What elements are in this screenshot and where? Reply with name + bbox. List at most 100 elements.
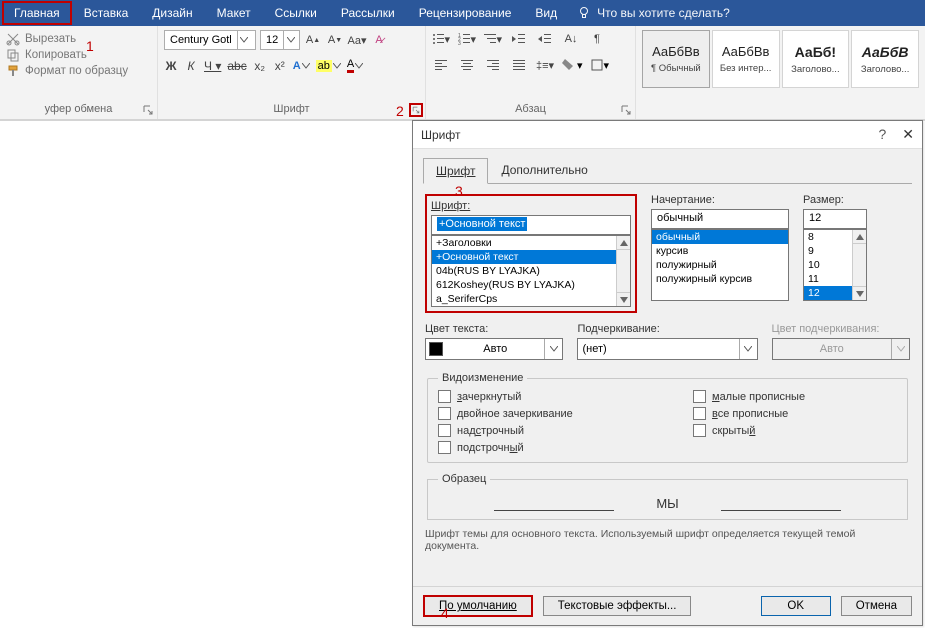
clipboard-launcher[interactable]	[141, 103, 155, 117]
tab-view[interactable]: Вид	[523, 1, 569, 25]
close-icon[interactable]: ✕	[902, 126, 914, 143]
font-launcher[interactable]	[409, 103, 423, 117]
underline-style-combo[interactable]: (нет)	[577, 338, 757, 360]
tab-design[interactable]: Дизайн	[140, 1, 204, 25]
scroll-up-icon[interactable]	[617, 236, 630, 250]
chevron-down-icon	[891, 339, 909, 359]
scrollbar[interactable]	[852, 230, 866, 300]
callout-1: 1	[86, 38, 94, 54]
italic-button[interactable]: К	[184, 59, 198, 73]
scroll-up-icon[interactable]	[853, 230, 866, 244]
tab-insert[interactable]: Вставка	[72, 1, 141, 25]
style-heading2[interactable]: АаБбВ Заголово...	[851, 30, 919, 88]
borders-button[interactable]: ▾	[591, 59, 610, 72]
tab-review[interactable]: Рецензирование	[407, 1, 524, 25]
cut-button[interactable]: Вырезать	[6, 32, 151, 46]
grow-font-button[interactable]: A▲	[304, 31, 322, 49]
list-item[interactable]: обычный	[652, 230, 788, 244]
style-sample: АаБб!	[795, 44, 836, 60]
font-list[interactable]: +Заголовки +Основной текст 04b(RUS BY LY…	[431, 235, 631, 307]
font-input[interactable]: +Основной текст	[431, 215, 631, 235]
list-item[interactable]: полужирный	[652, 258, 788, 272]
tab-advanced[interactable]: Дополнительно	[488, 157, 600, 183]
clear-formatting-button[interactable]: A̷	[370, 31, 388, 49]
list-item[interactable]: a_SeriferCps	[432, 292, 630, 306]
list-item[interactable]: +Заголовки	[432, 236, 630, 250]
list-item[interactable]: курсив	[652, 244, 788, 258]
tab-font[interactable]: Шрифт	[423, 158, 488, 184]
scrollbar[interactable]	[616, 236, 630, 306]
align-center-button[interactable]	[458, 56, 476, 74]
paragraph-launcher[interactable]	[619, 103, 633, 117]
line-spacing-button[interactable]: ‡≡▾	[536, 56, 554, 74]
list-item[interactable]: 10	[804, 258, 852, 272]
increase-indent-button[interactable]	[536, 30, 554, 48]
list-item[interactable]: +Основной текст	[432, 250, 630, 264]
text-effects-button[interactable]: Текстовые эффекты...	[543, 596, 692, 616]
highlight-button[interactable]: ab	[316, 60, 341, 72]
font-picker: Шрифт: +Основной текст +Заголовки +Основ…	[431, 200, 631, 307]
align-justify-button[interactable]	[510, 56, 528, 74]
sort-button[interactable]: A↓	[562, 30, 580, 48]
style-no-spacing[interactable]: АаБбВв Без интер...	[712, 30, 780, 88]
change-case-button[interactable]: Aa▾	[348, 31, 366, 49]
scroll-down-icon[interactable]	[853, 286, 866, 300]
show-marks-button[interactable]: ¶	[588, 30, 606, 48]
align-left-button[interactable]	[432, 56, 450, 74]
style-sample: АаБбВ	[862, 44, 909, 60]
tab-home[interactable]: Главная	[2, 1, 72, 25]
strike-button[interactable]: abc	[227, 59, 246, 73]
group-font: Century Gotl 12 A▲ A▼ Aa▾ A̷ Ж К Ч ▾ abc…	[158, 26, 426, 119]
underline-button[interactable]: Ч ▾	[204, 59, 221, 73]
size-list[interactable]: 8 9 10 11 12	[803, 229, 867, 301]
allcaps-checkbox[interactable]: все прописные	[693, 407, 897, 420]
cancel-button[interactable]: Отмена	[841, 596, 912, 616]
numbering-button[interactable]: 123▾	[458, 30, 476, 48]
lightbulb-icon	[577, 6, 591, 20]
tab-mailings[interactable]: Рассылки	[329, 1, 407, 25]
super-checkbox[interactable]: надстрочный	[438, 424, 693, 437]
tellme[interactable]: Что вы хотите сделать?	[577, 6, 730, 20]
scroll-down-icon[interactable]	[617, 292, 630, 306]
list-item[interactable]: 12	[804, 286, 852, 300]
style-input[interactable]: обычный	[651, 209, 789, 229]
size-input[interactable]: 12	[803, 209, 867, 229]
copy-button[interactable]: Копировать	[6, 48, 151, 62]
align-right-button[interactable]	[484, 56, 502, 74]
font-size-combo[interactable]: 12	[260, 30, 300, 50]
decrease-indent-button[interactable]	[510, 30, 528, 48]
style-list[interactable]: обычный курсив полужирный полужирный кур…	[651, 229, 789, 301]
shading-button[interactable]: ▾	[562, 59, 583, 72]
bold-button[interactable]: Ж	[164, 59, 178, 73]
subsuper-button[interactable]: x₂	[253, 59, 267, 73]
list-item[interactable]: 11	[804, 272, 852, 286]
text-effects-button[interactable]: A	[293, 60, 310, 72]
strike-checkbox[interactable]: зачеркнутый	[438, 390, 693, 403]
list-item[interactable]: 612Koshey(RUS BY LYAJKA)	[432, 278, 630, 292]
list-item[interactable]: 9	[804, 244, 852, 258]
copy-label: Копировать	[25, 49, 87, 61]
super-button[interactable]: x²	[273, 59, 287, 73]
tab-references[interactable]: Ссылки	[263, 1, 329, 25]
smallcaps-checkbox[interactable]: малые прописные	[693, 390, 897, 403]
tab-layout[interactable]: Макет	[205, 1, 263, 25]
color-combo[interactable]: Авто	[425, 338, 563, 360]
multilevel-button[interactable]: ▾	[484, 30, 502, 48]
sub-checkbox[interactable]: подстрочный	[438, 441, 693, 454]
style-normal[interactable]: АаБбВв ¶ Обычный	[642, 30, 710, 88]
format-painter-button[interactable]: Формат по образцу	[6, 64, 151, 78]
hidden-checkbox[interactable]: скрытый	[693, 424, 897, 437]
color-label: Цвет текста:	[425, 323, 563, 335]
ok-button[interactable]: OK	[761, 596, 831, 616]
dblstrike-checkbox[interactable]: двойное зачеркивание	[438, 407, 693, 420]
list-item[interactable]: 8	[804, 230, 852, 244]
font-color-button[interactable]: A	[347, 58, 363, 73]
shrink-font-button[interactable]: A▼	[326, 31, 344, 49]
list-item[interactable]: полужирный курсив	[652, 272, 788, 286]
default-button[interactable]: По умолчанию	[423, 595, 533, 617]
style-heading1[interactable]: АаБб! Заголово...	[782, 30, 850, 88]
font-name-combo[interactable]: Century Gotl	[164, 30, 256, 50]
bullets-button[interactable]: ▾	[432, 30, 450, 48]
list-item[interactable]: 04b(RUS BY LYAJKA)	[432, 264, 630, 278]
help-icon[interactable]: ?	[878, 126, 886, 143]
